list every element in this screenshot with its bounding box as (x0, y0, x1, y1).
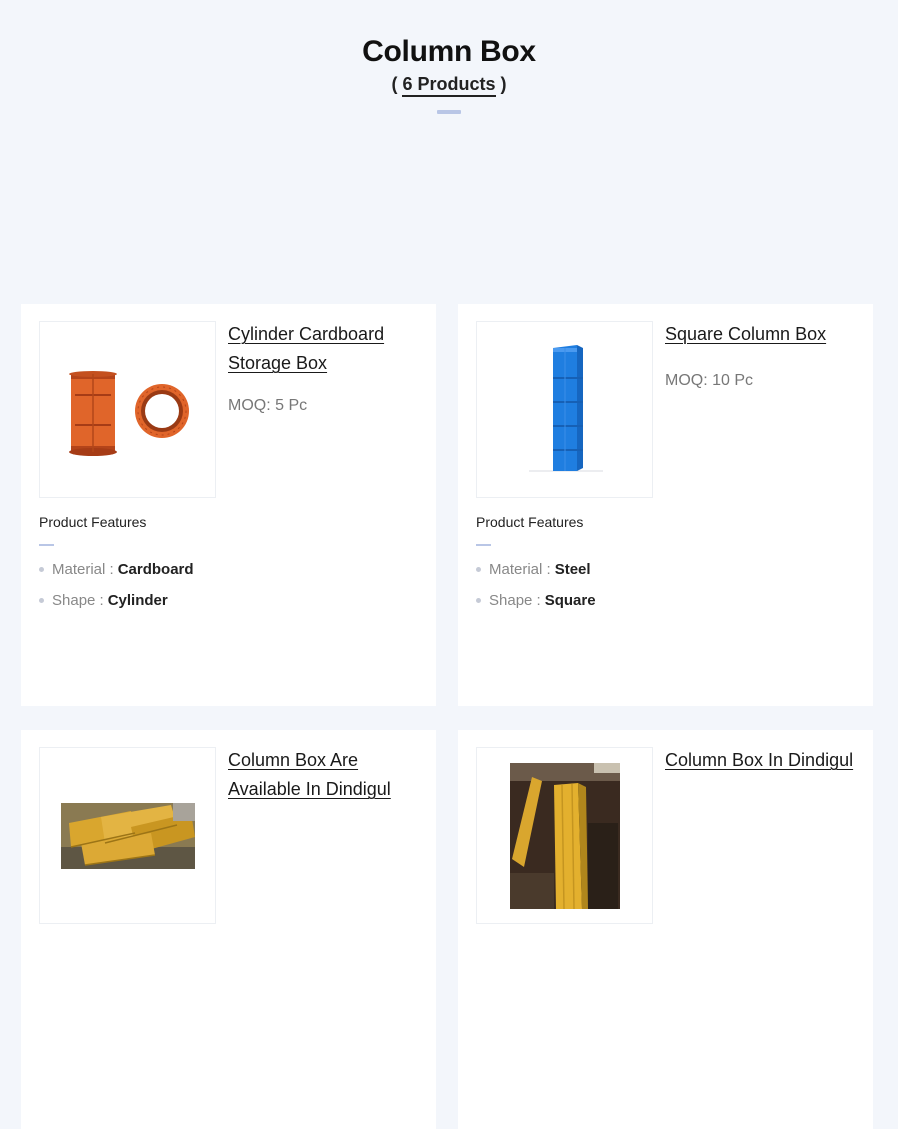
feature-label: Shape : (489, 592, 541, 609)
product-card-column-box-dindigul: Column Box In Dindigul (458, 730, 873, 1129)
product-features: Product Features Material : Steel Shape … (476, 514, 856, 622)
product-image-column-box-available[interactable] (39, 747, 216, 924)
features-divider (39, 544, 54, 546)
product-card-column-box-available: Column Box Are Available In Dindigul (21, 730, 436, 1129)
feature-item: Shape : Square (476, 591, 856, 610)
features-divider (476, 544, 491, 546)
product-card-square-column: Square Column Box MOQ: 10 Pc Product Fea… (458, 304, 873, 706)
product-name: Column Box Are Available In Dindigul (228, 746, 418, 804)
feature-item: Material : Steel (476, 560, 856, 579)
product-name-link[interactable]: Column Box In Dindigul (665, 750, 853, 770)
feature-value: Square (544, 592, 596, 609)
product-image-cylinder[interactable] (39, 321, 216, 498)
product-name: Square Column Box (665, 320, 855, 349)
feature-item: Material : Cardboard (39, 560, 419, 579)
blue-column-image-icon (528, 344, 603, 471)
product-name-link[interactable]: Square Column Box (665, 324, 826, 344)
product-moq: MOQ: 5 Pc (228, 397, 308, 414)
bullet-dot-icon (39, 598, 44, 603)
product-count: ( 6 Products ) (0, 72, 898, 97)
product-name: Cylinder Cardboard Storage Box (228, 320, 418, 378)
page-header: Column Box ( 6 Products ) (0, 0, 898, 135)
page-title: Column Box (362, 35, 536, 68)
features-title: Product Features (39, 514, 147, 530)
features-title: Product Features (476, 514, 584, 530)
product-name: Column Box In Dindigul (665, 746, 855, 775)
features-list: Material : Cardboard Shape : Cylinder (39, 560, 419, 610)
feature-item: Shape : Cylinder (39, 591, 419, 610)
product-name-link[interactable]: Column Box Are Available In Dindigul (228, 750, 391, 799)
feature-value: Steel (554, 561, 591, 578)
product-count-link[interactable]: 6 Products (402, 74, 496, 97)
bullet-dot-icon (39, 567, 44, 572)
title-divider (437, 110, 461, 114)
feature-label: Material : (489, 561, 551, 578)
feature-label: Shape : (52, 592, 104, 609)
yellow-panels-image-icon (60, 802, 195, 869)
feature-value: Cardboard (117, 561, 194, 578)
bullet-dot-icon (476, 567, 481, 572)
product-card-cylinder-cardboard: Cylinder Cardboard Storage Box MOQ: 5 Pc… (21, 304, 436, 706)
product-name-link[interactable]: Cylinder Cardboard Storage Box (228, 324, 384, 373)
bullet-dot-icon (476, 598, 481, 603)
yellow-column-trench-image-icon (509, 762, 620, 909)
features-list: Material : Steel Shape : Square (476, 560, 856, 610)
product-features: Product Features Material : Cardboard Sh… (39, 514, 419, 622)
orange-cylinder-image-icon (68, 370, 189, 456)
product-image-column-box-dindigul[interactable] (476, 747, 653, 924)
product-moq: MOQ: 10 Pc (665, 372, 754, 389)
feature-label: Material : (52, 561, 114, 578)
product-image-square-column[interactable] (476, 321, 653, 498)
feature-value: Cylinder (107, 592, 168, 609)
